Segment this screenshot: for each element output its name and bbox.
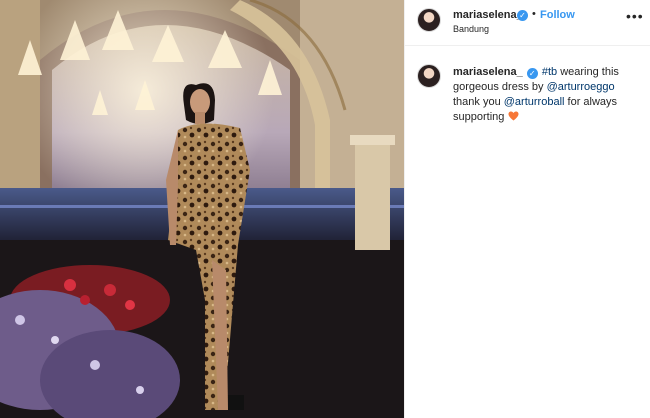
photo-scene [0,0,404,418]
more-options-icon[interactable]: ••• [626,9,644,23]
mention-link[interactable]: @arturroeggo [547,81,615,93]
orange-heart-icon [508,111,519,121]
post-photo[interactable] [0,0,404,418]
post-side-panel: mariaselena_ ✓ • Follow Bandung ••• mari… [404,0,650,418]
post-author-username[interactable]: mariaselena_ [453,9,523,21]
avatar[interactable] [417,8,441,32]
post-header: mariaselena_ ✓ • Follow Bandung ••• [405,0,650,46]
verified-badge-icon: ✓ [526,68,538,79]
post-location[interactable]: Bandung [453,24,489,34]
caption-segment: thank you [453,96,504,108]
caption-avatar[interactable] [417,64,441,88]
mention-link[interactable]: @arturroball [504,96,565,108]
verified-badge-icon: ✓ [517,9,528,21]
separator-dot: • [532,8,536,20]
follow-button[interactable]: Follow [540,9,575,21]
caption-username[interactable]: mariaselena_ [453,66,523,78]
caption-text: mariaselena_ ✓ #tb wearing this gorgeous… [453,65,639,125]
hashtag-link[interactable]: #tb [542,66,557,78]
